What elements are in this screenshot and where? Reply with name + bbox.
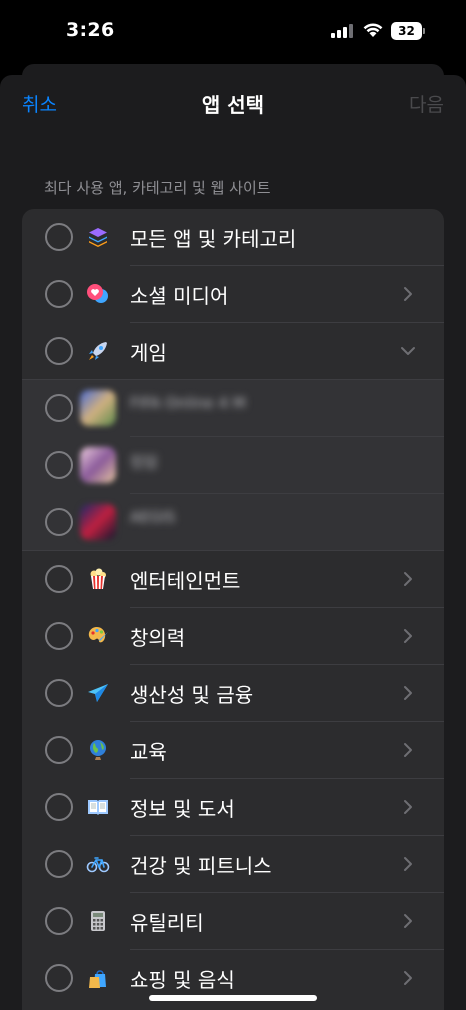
paper-plane-icon bbox=[88, 684, 108, 702]
popcorn-icon bbox=[90, 568, 106, 589]
list-item-game-app[interactable]: 킹덤 bbox=[22, 437, 444, 494]
radio-button[interactable] bbox=[45, 223, 73, 251]
list-item-label: AEGIS bbox=[130, 508, 176, 526]
battery-icon: 32 bbox=[391, 22, 425, 40]
list-item-label: 창의력 bbox=[130, 626, 186, 650]
chevron-right-icon bbox=[404, 629, 412, 643]
radio-button[interactable] bbox=[45, 793, 73, 821]
chevron-right-icon bbox=[404, 686, 412, 700]
list-item-label: 모든 앱 및 카테고리 bbox=[130, 227, 297, 251]
list-item-label: 생산성 및 금융 bbox=[130, 683, 254, 707]
list-item-label: FIFA Online 4 M bbox=[130, 394, 246, 412]
radio-button[interactable] bbox=[45, 508, 73, 536]
radio-button[interactable] bbox=[45, 850, 73, 878]
page-title: 앱 선택 bbox=[201, 93, 265, 117]
next-button[interactable]: 다음 bbox=[409, 90, 444, 117]
calculator-icon bbox=[91, 911, 105, 931]
battery-level: 32 bbox=[391, 22, 422, 40]
chat-bubbles-icon bbox=[87, 284, 108, 303]
chevron-right-icon bbox=[404, 971, 412, 985]
radio-button[interactable] bbox=[45, 736, 73, 764]
cellular-signal-icon bbox=[331, 24, 353, 38]
globe-icon bbox=[90, 740, 106, 760]
list-item-label: 유틸리티 bbox=[130, 911, 204, 935]
chevron-right-icon bbox=[404, 572, 412, 586]
chevron-right-icon bbox=[404, 800, 412, 814]
list-item-label: 게임 bbox=[130, 341, 167, 365]
list-item-label: 엔터테인먼트 bbox=[130, 569, 241, 593]
palette-icon bbox=[88, 627, 108, 643]
app-icon-blurred bbox=[80, 390, 116, 426]
status-bar: 3:26 32 bbox=[0, 0, 466, 62]
list-item-label: 교육 bbox=[130, 740, 167, 764]
list-item-health-fitness[interactable]: 건강 및 피트니스 bbox=[22, 836, 444, 893]
book-icon bbox=[88, 800, 108, 815]
status-time: 3:26 bbox=[66, 19, 115, 41]
list-item-all-apps[interactable]: 모든 앱 및 카테고리 bbox=[22, 209, 444, 266]
list-item-productivity-finance[interactable]: 생산성 및 금융 bbox=[22, 665, 444, 722]
list-item-game-app[interactable]: AEGIS bbox=[22, 494, 444, 551]
list-item-education[interactable]: 교육 bbox=[22, 722, 444, 779]
radio-button[interactable] bbox=[45, 679, 73, 707]
stack-icon bbox=[89, 228, 107, 247]
shopping-bag-icon bbox=[89, 970, 106, 988]
bicycle-icon bbox=[86, 857, 110, 873]
radio-button[interactable] bbox=[45, 964, 73, 992]
list-item-reference-books[interactable]: 정보 및 도서 bbox=[22, 779, 444, 836]
chevron-down-icon bbox=[401, 347, 415, 355]
radio-button[interactable] bbox=[45, 394, 73, 422]
list-item-game-app[interactable]: FIFA Online 4 M bbox=[22, 380, 444, 437]
list-item-entertainment[interactable]: 엔터테인먼트 bbox=[22, 551, 444, 608]
chevron-right-icon bbox=[404, 287, 412, 301]
list-item-label: 킹덤 bbox=[130, 453, 158, 471]
section-header: 최다 사용 앱, 카테고리 및 웹 사이트 bbox=[44, 179, 271, 197]
list-item-label: 소셜 미디어 bbox=[130, 284, 229, 308]
list-item-creativity[interactable]: 창의력 bbox=[22, 608, 444, 665]
wifi-icon bbox=[363, 23, 383, 37]
radio-button[interactable] bbox=[45, 622, 73, 650]
radio-button[interactable] bbox=[45, 337, 73, 365]
app-icon-blurred bbox=[80, 447, 116, 483]
list-item-utilities[interactable]: 유틸리티 bbox=[22, 893, 444, 950]
list-item-games[interactable]: 게임 bbox=[22, 323, 444, 380]
category-list: 모든 앱 및 카테고리 소셜 미디어 게임 FIFA Online 4 M 킹덤… bbox=[22, 209, 444, 1010]
chevron-right-icon bbox=[404, 743, 412, 757]
app-icon-blurred bbox=[80, 504, 116, 540]
list-item-label: 건강 및 피트니스 bbox=[130, 854, 272, 878]
list-item-label: 정보 및 도서 bbox=[130, 797, 235, 821]
list-item-social-media[interactable]: 소셜 미디어 bbox=[22, 266, 444, 323]
radio-button[interactable] bbox=[45, 451, 73, 479]
chevron-right-icon bbox=[404, 914, 412, 928]
chevron-right-icon bbox=[404, 857, 412, 871]
home-indicator[interactable] bbox=[149, 995, 317, 1001]
radio-button[interactable] bbox=[45, 280, 73, 308]
radio-button[interactable] bbox=[45, 565, 73, 593]
list-item-label: 쇼핑 및 음식 bbox=[130, 968, 235, 992]
rocket-icon bbox=[89, 342, 107, 360]
radio-button[interactable] bbox=[45, 907, 73, 935]
